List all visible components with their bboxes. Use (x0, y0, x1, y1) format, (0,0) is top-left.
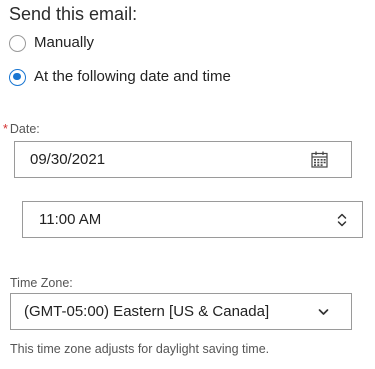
radio-label-scheduled: At the following date and time (34, 68, 231, 85)
timezone-value: (GMT-05:00) Eastern [US & Canada] (24, 302, 270, 320)
timezone-label: Time Zone: (10, 276, 73, 290)
time-value: 11:00 AM (39, 210, 102, 228)
required-marker: * (3, 122, 8, 136)
radio-label-manually: Manually (34, 34, 95, 51)
send-email-heading: Send this email: (9, 4, 138, 24)
time-select[interactable]: 11:00 AM (22, 201, 363, 238)
radio-scheduled[interactable] (9, 68, 26, 86)
updown-chevron-icon (334, 202, 350, 237)
chevron-down-icon (315, 294, 331, 329)
date-label: * Date: (3, 121, 40, 137)
date-field[interactable]: 09/30/2021 (14, 141, 352, 178)
radio-option-scheduled[interactable]: At the following date and time (9, 66, 231, 88)
radio-option-manually[interactable]: Manually (9, 32, 94, 54)
radio-manually[interactable] (9, 34, 26, 52)
date-label-text: Date: (9, 122, 40, 136)
date-value: 09/30/2021 (30, 150, 106, 168)
timezone-note: This time zone adjusts for daylight savi… (10, 342, 270, 356)
timezone-select[interactable]: (GMT-05:00) Eastern [US & Canada] (10, 293, 352, 330)
calendar-icon[interactable] (309, 142, 329, 177)
